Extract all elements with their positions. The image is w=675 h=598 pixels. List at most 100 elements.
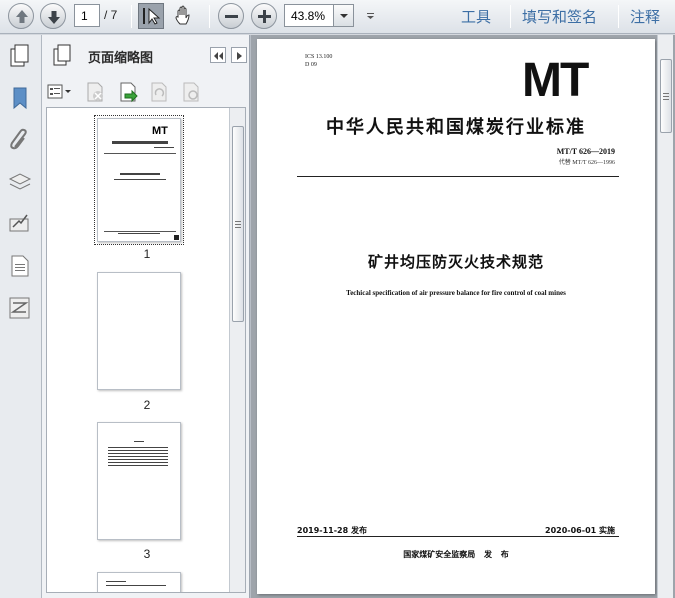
- delete-page-icon: [87, 82, 103, 102]
- effective-date: 2020-06-01 实施: [545, 526, 615, 535]
- expand-panel-button[interactable]: [231, 47, 247, 63]
- zoom-level-input[interactable]: 43.8%: [284, 4, 334, 27]
- thumbnail-list[interactable]: MT 1 2 3: [46, 107, 246, 593]
- next-page-button[interactable]: [40, 3, 66, 29]
- navigation-rail: [0, 35, 42, 598]
- toolbar-divider: [510, 5, 511, 28]
- pdf-viewer: 1 / 7 43.8% 工具 填写和签名 注释 页面缩略图 MT 1 2 3 I…: [0, 0, 675, 598]
- plus-icon: [258, 10, 271, 23]
- delete-page-button[interactable]: [84, 81, 106, 107]
- signature-icon[interactable]: [7, 211, 33, 237]
- document-view[interactable]: ICS 13.100 D 09 MT 中华人民共和国煤炭行业标准 MT/T 62…: [251, 35, 675, 598]
- double-chevron-left-icon: [214, 52, 223, 60]
- thumbnail-toolbar: [42, 79, 250, 105]
- thumbnail-label-3: 3: [143, 547, 151, 561]
- page-count: / 7: [104, 8, 118, 22]
- arrow-down-icon: [48, 11, 60, 24]
- pages-icon[interactable]: [7, 43, 33, 69]
- scrollbar-thumb[interactable]: [660, 59, 672, 133]
- select-tool-button[interactable]: [138, 3, 164, 29]
- mini-issuer: [118, 233, 160, 234]
- options-menu-icon: [47, 84, 71, 99]
- rotate-page-icon: [151, 82, 167, 102]
- ics-number: ICS 13.100: [305, 54, 333, 60]
- mini-mark: [174, 235, 179, 240]
- mini-rule: [104, 231, 176, 232]
- mini-toc-line: [108, 462, 168, 463]
- insert-page-button[interactable]: [117, 81, 139, 107]
- mini-text-line: [106, 581, 126, 582]
- thumbnails-panel-icon: [53, 44, 71, 66]
- toolbar-divider: [209, 5, 210, 28]
- mini-logo: MT: [152, 125, 168, 137]
- mt-logo: MT: [522, 54, 589, 107]
- document-scrollbar[interactable]: [657, 35, 673, 598]
- bookmark-icon[interactable]: [7, 85, 33, 111]
- standard-code: MT/T 626—2019: [556, 147, 615, 156]
- thumbnail-options-button[interactable]: [46, 83, 74, 101]
- toolbar: 1 / 7 43.8% 工具 填写和签名 注释: [0, 0, 675, 34]
- more-tools-button[interactable]: [362, 3, 388, 29]
- document-page: ICS 13.100 D 09 MT 中华人民共和国煤炭行业标准 MT/T 62…: [257, 39, 655, 594]
- hand-icon: [175, 5, 190, 25]
- minus-icon: [225, 15, 238, 18]
- footer-rule: [297, 536, 619, 537]
- thumbnail-label-2: 2: [143, 398, 151, 412]
- chevron-right-icon: [237, 52, 242, 60]
- arrow-up-icon: [16, 10, 28, 23]
- compare-icon[interactable]: [7, 295, 33, 321]
- page-number-input[interactable]: 1: [74, 4, 100, 27]
- panel-title: 页面缩略图: [88, 51, 154, 66]
- document-properties-icon[interactable]: [7, 253, 33, 279]
- organization-title: 中华人民共和国煤炭行业标准: [326, 117, 586, 138]
- page-options-icon: [183, 82, 199, 102]
- mini-toc-line: [108, 465, 168, 466]
- header-rule: [297, 176, 619, 177]
- mini-toc-line: [108, 447, 168, 448]
- hand-tool-button[interactable]: [170, 3, 196, 29]
- rotate-page-button[interactable]: [148, 81, 170, 107]
- previous-page-button[interactable]: [8, 3, 34, 29]
- mini-doc-subtitle: [114, 179, 166, 180]
- overflow-menu-icon: [367, 13, 374, 19]
- mini-rule: [104, 153, 176, 154]
- thumbnail-page-1[interactable]: MT: [94, 115, 184, 245]
- zoom-in-button[interactable]: [251, 3, 277, 29]
- mini-toc-line: [108, 456, 168, 457]
- page-thumbnails-panel: 页面缩略图 MT 1 2 3: [42, 35, 250, 598]
- ccs-number: D 09: [305, 62, 317, 68]
- mini-title-line: [112, 141, 168, 144]
- collapse-panel-button[interactable]: [210, 47, 226, 63]
- cursor-select-icon: [143, 7, 161, 25]
- issuer: 国家煤矿安全监察局 发 布: [403, 550, 509, 559]
- document-title-en: Techical specification of air pressure b…: [346, 289, 566, 297]
- thumbnail-page-2[interactable]: [97, 272, 181, 390]
- tools-link[interactable]: 工具: [461, 6, 491, 27]
- zoom-dropdown-button[interactable]: [333, 4, 354, 27]
- zoom-out-button[interactable]: [218, 3, 244, 29]
- thumbnail-page-4[interactable]: [97, 572, 181, 592]
- thumbnail-page-3[interactable]: [97, 422, 181, 540]
- thumbnail-label-1: 1: [143, 247, 151, 261]
- fill-sign-link[interactable]: 填写和签名: [522, 6, 597, 27]
- mini-code-line: [154, 147, 174, 148]
- mini-toc-line: [108, 459, 168, 460]
- replaces-standard: 代替 MT/T 626—1996: [558, 160, 615, 166]
- publish-date: 2019-11-28 发布: [297, 526, 367, 535]
- comment-link[interactable]: 注释: [630, 6, 660, 27]
- insert-page-icon: [120, 82, 138, 103]
- toolbar-divider: [131, 5, 132, 28]
- ics-code: ICS 13.100 D 09: [305, 53, 332, 69]
- document-title-cn: 矿井均压防灭火技术规范: [367, 253, 544, 271]
- chevron-down-icon: [340, 14, 348, 18]
- mini-heading: [134, 441, 144, 442]
- layers-icon[interactable]: [7, 169, 33, 195]
- scrollbar-thumb[interactable]: [232, 126, 244, 322]
- mini-doc-title: [120, 173, 160, 175]
- print-page-button[interactable]: [180, 81, 202, 107]
- attachment-icon[interactable]: [7, 127, 33, 153]
- mini-text-line: [106, 585, 166, 586]
- thumbnail-scrollbar[interactable]: [229, 108, 245, 592]
- mini-toc-line: [108, 453, 168, 454]
- mini-toc-line: [108, 450, 168, 451]
